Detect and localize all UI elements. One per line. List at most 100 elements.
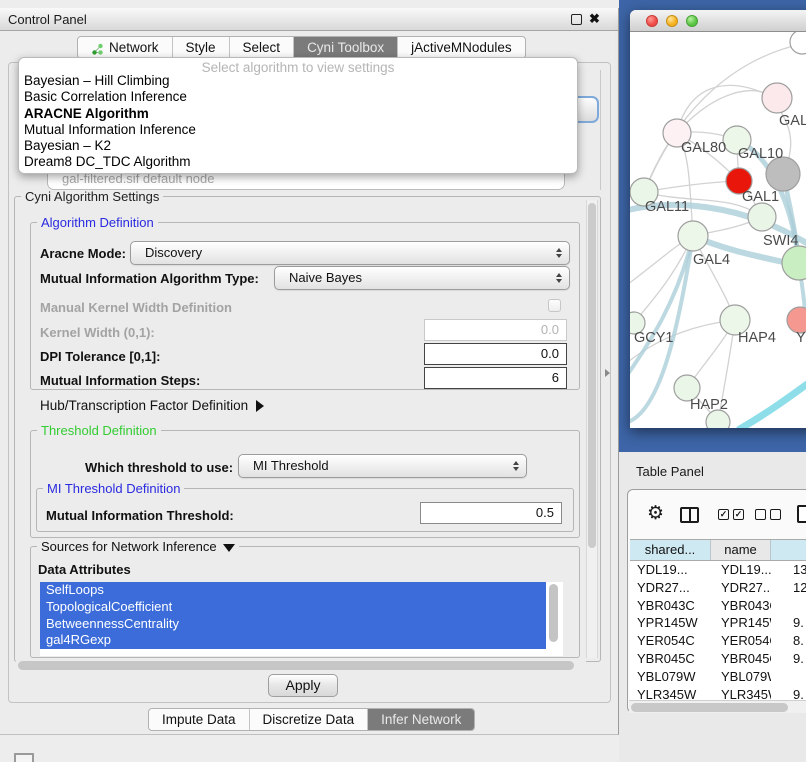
tab-select[interactable]: Select [229,37,294,58]
network-source-combo-partial[interactable]: gal-filtered.sif default node [47,172,565,190]
tab-jactivemnodules-label: jActiveMNodules [411,37,512,58]
split-columns-icon[interactable] [680,507,699,523]
sources-title-label: Sources for Network Inference [41,539,217,554]
tab-cyni-toolbox[interactable]: Cyni Toolbox [293,37,397,58]
table-row[interactable]: YER054C YER054C 8. [630,632,806,650]
sources-title[interactable]: Sources for Network Inference [37,539,239,554]
table-cell: YBR045C [711,650,771,668]
gear-icon[interactable]: ⚙ [647,502,664,524]
dpi-tolerance-field[interactable]: 0.0 [424,343,567,365]
aracne-mode-label: Aracne Mode: [40,246,126,261]
group-border-sliver [600,70,601,190]
node-label: Y [796,330,806,346]
mi-algorithm-type-combo[interactable]: Naive Bayes [274,266,570,290]
node-gal7[interactable] [762,83,792,113]
column-header-partial[interactable] [771,540,806,560]
settings-horizontal-scrollbar[interactable] [16,659,586,672]
settings-horizontal-scrollbar-thumb[interactable] [18,661,574,670]
tab-impute-data-label: Impute Data [162,709,236,730]
table-cell: 12 [771,579,806,597]
document-icon[interactable] [797,505,806,523]
node-label: HAP2 [690,397,728,413]
node-label: GAL1 [742,189,779,205]
inference-algorithm-combo-partial[interactable] [578,96,599,123]
minimized-panel-icon-partial[interactable] [14,753,34,762]
window-close-button[interactable] [646,15,658,27]
checkbox-unchecked-icon[interactable] [770,509,781,520]
mi-threshold-field[interactable]: 0.5 [420,502,562,524]
node-gray[interactable] [766,157,800,191]
node-swi4[interactable] [782,246,806,280]
attribute-item-selected[interactable]: BetweennessCentrality [40,616,546,633]
attribute-item-selected[interactable]: gal4RGexp [40,632,546,649]
table-cell: 9. [771,614,806,632]
table-cell: YBR045C [630,650,711,668]
table-panel-toolbar: ⚙ ✓ ✓ [627,500,806,534]
node-mid-green[interactable] [748,203,776,231]
kernel-width-label: Kernel Width (0,1): [40,325,155,340]
window-minimize-button[interactable] [666,15,678,27]
tab-network[interactable]: Network [78,37,172,58]
tab-jactivemnodules[interactable]: jActiveMNodules [397,37,525,58]
column-header-name[interactable]: name [711,540,771,560]
network-edge[interactable] [677,85,770,133]
tab-infer-network[interactable]: Infer Network [367,709,474,730]
settings-vertical-scrollbar-thumb[interactable] [588,203,596,548]
hub-definition-expander[interactable]: Hub/Transcription Factor Definition [40,398,264,413]
tab-impute-data[interactable]: Impute Data [149,709,249,730]
mi-steps-field[interactable]: 6 [424,367,567,389]
table-row[interactable]: YPR145W YPR145W 9. [630,614,806,632]
table-horizontal-scrollbar-thumb[interactable] [631,703,788,712]
which-threshold-combo[interactable]: MI Threshold [238,454,527,478]
mi-algorithm-type-value: Naive Bayes [289,270,362,285]
network-edge[interactable] [630,236,693,374]
manual-kernel-width-checkbox[interactable] [548,299,561,312]
algorithm-option[interactable]: Bayesian – Hill Climbing [19,73,577,89]
node-label: HAP4 [738,330,776,346]
table-horizontal-scrollbar[interactable] [629,700,806,713]
column-header-shared-name[interactable]: shared... [630,540,711,560]
algorithm-option[interactable]: Dream8 DC_TDC Algorithm [19,154,577,170]
table-row[interactable]: YBR043C YBR043C [630,597,806,615]
node-partial-top[interactable] [790,32,806,54]
node-label: GAL7 [779,113,806,129]
collapse-down-icon [223,544,235,552]
algorithm-option[interactable]: Basic Correlation Inference [19,89,577,105]
table-row[interactable]: YBR045C YBR045C 9. [630,650,806,668]
node-label: GAL80 [681,140,726,156]
table-row[interactable]: YDR27... YDR27... 12 [630,579,806,597]
aracne-mode-combo[interactable]: Discovery [130,241,570,265]
checkbox-checked-icon[interactable]: ✓ [733,509,744,520]
attribute-item-selected[interactable]: SelfLoops [40,582,546,599]
settings-vertical-scrollbar[interactable] [586,200,598,658]
network-edge[interactable] [738,382,806,428]
table-cell: 9. [771,650,806,668]
tab-discretize-data[interactable]: Discretize Data [249,709,368,730]
cyni-algorithm-settings-title: Cyni Algorithm Settings [21,189,163,204]
spinner-arrows-icon [513,461,519,471]
window-zoom-button[interactable] [686,15,698,27]
attribute-item-selected[interactable]: TopologicalCoefficient [40,599,546,616]
network-canvas[interactable]: GAL7GAL80GAL10GAL1GAL11SWI4GAL4GCY1HAP4Y… [630,32,806,428]
panel-divider-arrow-icon[interactable] [605,369,610,377]
kernel-width-field[interactable]: 0.0 [424,319,567,341]
data-attributes-list: SelfLoops TopologicalCoefficient Between… [40,582,563,656]
data-attributes-label: Data Attributes [38,562,131,577]
tab-style[interactable]: Style [172,37,229,58]
algorithm-option[interactable]: Mutual Information Inference [19,122,577,138]
table-row[interactable]: YDL19... YDL19... 13 [630,561,806,579]
which-threshold-value: MI Threshold [253,458,329,473]
close-icon[interactable]: ✖ [589,11,600,27]
application-root: Control Panel ✖ Network Style Select Cyn… [0,0,806,762]
node-gal4[interactable] [678,221,708,251]
network-window-titlebar[interactable] [630,10,806,32]
attribute-list-scrollbar-thumb[interactable] [549,584,558,642]
checkbox-unchecked-icon[interactable] [755,509,766,520]
algorithm-option[interactable]: Bayesian – K2 [19,138,577,154]
apply-button[interactable]: Apply [268,674,338,697]
checkbox-checked-icon[interactable]: ✓ [718,509,729,520]
table-cell: YPR145W [630,614,711,632]
algorithm-option-selected[interactable]: ARACNE Algorithm [19,106,577,122]
float-window-icon[interactable] [571,14,582,25]
table-row[interactable]: YBL079W YBL079W [630,668,806,686]
